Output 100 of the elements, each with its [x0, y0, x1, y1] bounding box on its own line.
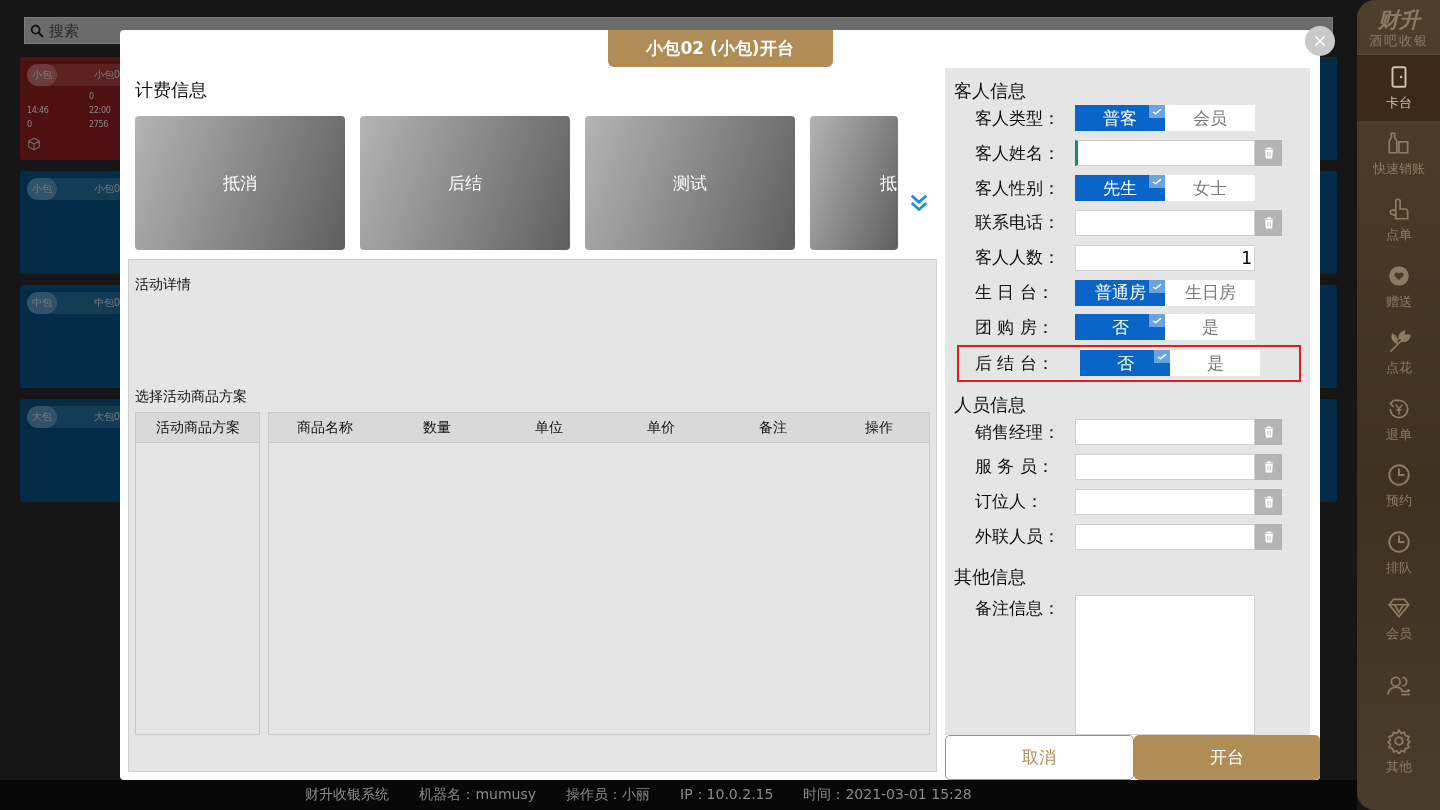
clear-button[interactable]	[1255, 209, 1282, 236]
app-subtitle: 酒吧收银	[1367, 32, 1430, 50]
text-field[interactable]: 1	[1075, 244, 1255, 271]
status-text: 操作员：小丽	[566, 786, 651, 804]
field-label: 客人类型：	[974, 106, 1061, 130]
room-type-badge: 大包	[27, 406, 57, 428]
toggle-option[interactable]: 是	[1170, 350, 1260, 377]
trash-icon	[1261, 493, 1276, 510]
toggle-option[interactable]: 否	[1075, 314, 1165, 341]
section-heading: 其他信息	[954, 564, 1027, 587]
room-card[interactable]: 小包 小包0	[20, 171, 120, 274]
text-field[interactable]	[1075, 488, 1255, 515]
sidebar-item[interactable]: 卡台	[1357, 54, 1440, 121]
column-header: 单价	[646, 418, 676, 437]
section-heading: 计费信息	[135, 78, 208, 102]
column-header: 备注	[758, 418, 788, 437]
plan-card[interactable]: 测试	[585, 116, 795, 250]
text-field[interactable]	[1075, 523, 1255, 550]
app-logo: 财升	[1376, 8, 1423, 32]
clear-button[interactable]	[1255, 419, 1282, 446]
text-field[interactable]	[1075, 419, 1255, 446]
room-type-badge: 小包	[27, 178, 57, 200]
clock-icon	[1385, 528, 1412, 555]
sidebar-item[interactable]: 赠送	[1357, 253, 1440, 320]
room-value: 22:00	[89, 106, 112, 115]
trash-icon	[1261, 528, 1276, 545]
field-label: 客人姓名：	[974, 141, 1061, 165]
toggle-option[interactable]: 会员	[1165, 105, 1255, 132]
sidebar-item[interactable]: 排队	[1357, 519, 1440, 586]
room-card[interactable]	[1320, 399, 1337, 502]
room-card[interactable]	[1320, 285, 1337, 388]
trash-icon	[1261, 424, 1276, 441]
column-header: 单位	[534, 418, 564, 437]
dialog-title: 小包02 (小包)开台	[607, 30, 833, 67]
room-name: 小包0	[93, 182, 120, 196]
section-heading: 客人信息	[954, 79, 1027, 101]
sidebar-item[interactable]: 点花	[1357, 320, 1440, 387]
clear-button[interactable]	[1255, 488, 1282, 515]
toggle-option[interactable]: 是	[1165, 314, 1255, 341]
text-field[interactable]	[1075, 140, 1255, 167]
section-heading: 选择活动商品方案	[135, 388, 248, 406]
sidebar-item[interactable]: 点单	[1357, 187, 1440, 254]
column-header: 数量	[422, 418, 452, 437]
notes-field[interactable]	[1075, 594, 1255, 735]
search-icon	[29, 22, 45, 39]
room-name: 大包0	[93, 410, 120, 424]
bottle-icon	[1385, 129, 1412, 156]
sidebar-item[interactable]: 其他	[1357, 719, 1440, 786]
field-label: 外联人员：	[974, 525, 1061, 549]
plan-card[interactable]: 抵消	[135, 116, 345, 250]
text-field[interactable]	[1075, 209, 1255, 236]
toggle-option[interactable]: 女士	[1165, 175, 1255, 202]
field-label: 生 日 台：	[974, 281, 1055, 305]
text-field[interactable]	[1075, 453, 1255, 480]
room-value: 0	[89, 92, 95, 101]
settings-icon	[1385, 728, 1412, 755]
field-label: 联系电话：	[974, 211, 1061, 235]
double-chevron-icon[interactable]	[908, 192, 930, 214]
section-heading: 人员信息	[954, 392, 1027, 415]
clear-button[interactable]	[1255, 140, 1282, 167]
field-label: 后 结 台：	[974, 351, 1055, 375]
room-value: 14:46	[27, 106, 50, 115]
toggle-option[interactable]: 否	[1080, 350, 1170, 377]
room-value: 0	[27, 120, 33, 129]
section-heading: 活动详情	[135, 276, 192, 294]
sidebar-item[interactable]: 预约	[1357, 453, 1440, 520]
room-card[interactable]	[1320, 171, 1337, 274]
field-label: 客人性别：	[974, 176, 1061, 200]
clear-button[interactable]	[1255, 453, 1282, 480]
status-text: 财升收银系统	[305, 786, 390, 804]
trash-icon	[1261, 458, 1276, 475]
field-label: 订位人：	[974, 490, 1044, 514]
status-text: 机器名：mumusy	[419, 786, 537, 804]
plan-card[interactable]: 后结	[360, 116, 570, 250]
cube-icon	[27, 137, 41, 151]
room-type-badge: 中包	[27, 292, 57, 314]
room-card[interactable]: 中包 中包0	[20, 285, 120, 388]
search-field[interactable]: 搜索	[47, 20, 111, 41]
sidebar-item[interactable]: 会员	[1357, 586, 1440, 653]
confirm-button[interactable]: 开台	[1133, 735, 1320, 780]
close-icon	[1312, 33, 1328, 49]
column-header: 操作	[864, 418, 894, 437]
close-button[interactable]	[1305, 26, 1335, 56]
status-text: 时间：2021-03-01 15:28	[803, 786, 972, 804]
sidebar-item[interactable]: 退单	[1357, 386, 1440, 453]
clear-button[interactable]	[1255, 523, 1282, 550]
field-label: 备注信息：	[974, 596, 1061, 620]
cancel-button[interactable]: 取消	[945, 735, 1134, 780]
room-name: 中包0	[93, 296, 120, 310]
room-name: 小包0	[93, 68, 120, 82]
toggle-option[interactable]: 生日房	[1165, 279, 1255, 306]
plan-card[interactable]: 抵	[810, 116, 898, 250]
sidebar-item[interactable]: 快速销账	[1357, 120, 1440, 187]
field-label: 团 购 房：	[974, 315, 1055, 339]
toggle-option[interactable]: 普客	[1075, 105, 1165, 132]
toggle-option[interactable]: 普通房	[1075, 279, 1165, 306]
trash-icon	[1261, 214, 1276, 231]
field-label: 销售经理：	[974, 420, 1061, 444]
room-card[interactable]: 大包 大包0	[20, 399, 120, 502]
toggle-option[interactable]: 先生	[1075, 175, 1165, 202]
